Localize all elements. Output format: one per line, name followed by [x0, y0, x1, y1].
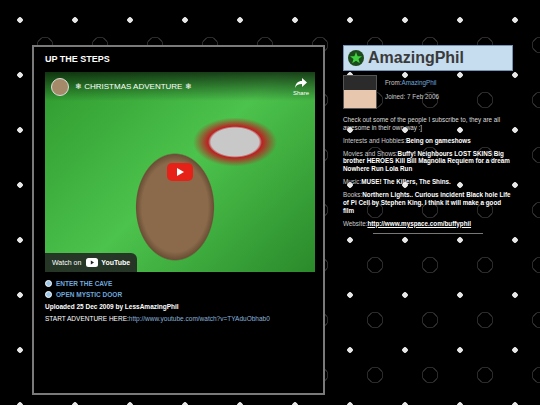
start-adventure: START ADVENTURE HERE:http://www.youtube.…: [45, 315, 312, 322]
profile-field-value: MUSE! The Killers, The Shins.: [361, 178, 451, 185]
profile-field-value: Northern Lights.. Curious incident Black…: [343, 191, 511, 214]
from-line: From:AmazingPhil: [385, 79, 439, 87]
video-box-title: UP THE STEPS: [45, 54, 312, 64]
bullet-icon: [45, 280, 52, 287]
youtube-label: YouTube: [101, 259, 130, 266]
adventure-link-text[interactable]: OPEN MYSTIC DOOR: [56, 291, 122, 298]
play-icon: [167, 163, 193, 181]
share-label: Share: [293, 90, 309, 96]
play-button[interactable]: [167, 163, 193, 185]
adventure-link-text[interactable]: ENTER THE CAVE: [56, 280, 112, 287]
video-player[interactable]: ❄ CHRISTMAS ADVENTURE ❄ Share Watch on YouT…: [45, 72, 315, 272]
profile-summary: From:AmazingPhil Joined: 7 Feb 2006: [343, 75, 513, 109]
divider: [373, 233, 483, 234]
profile-field-value: Being on gameshows: [406, 137, 471, 144]
bullet-icon: [45, 291, 52, 298]
profile-panel: AmazingPhilFrom:AmazingPhilJoined: 7 Feb…: [343, 45, 513, 234]
profile-field: Interests and Hobbies:Being on gameshows: [343, 137, 513, 145]
profile-name: AmazingPhil: [368, 48, 464, 68]
adventure-links: ENTER THE CAVE OPEN MYSTIC DOOR: [45, 280, 312, 298]
video-box: UP THE STEPS ❄ CHRISTMAS ADVENTURE ❄ Share…: [32, 45, 325, 395]
watch-on-youtube-button[interactable]: Watch on YouTube: [45, 253, 137, 272]
adventure-link[interactable]: OPEN MYSTIC DOOR: [45, 291, 312, 298]
video-title[interactable]: ❄ CHRISTMAS ADVENTURE ❄: [75, 82, 287, 91]
star-icon: [348, 50, 364, 66]
profile-field: Website:http://www.myspace.com/buffyphil: [343, 220, 513, 228]
channel-avatar[interactable]: [51, 78, 69, 96]
joined-date: Joined: 7 Feb 2006: [385, 93, 439, 101]
profile-field-value[interactable]: http://www.myspace.com/buffyphil: [367, 220, 471, 227]
youtube-logo-icon: [86, 258, 98, 267]
watch-on-label: Watch on: [52, 259, 81, 266]
upload-info: Uploaded 25 Dec 2009 by LessAmazingPhil: [45, 303, 312, 310]
profile-avatar[interactable]: [343, 75, 377, 109]
share-arrow-icon: [294, 77, 308, 89]
profile-field: Movies and Shows:Buffy! Neighbours LOST …: [343, 150, 513, 174]
share-button[interactable]: Share: [293, 77, 309, 96]
profile-bio: Check out some of the people I subscribe…: [343, 116, 513, 132]
player-top-bar: ❄ CHRISTMAS ADVENTURE ❄ Share: [45, 72, 315, 101]
from-link[interactable]: AmazingPhil: [401, 79, 436, 86]
channel-page: UP THE STEPS ❄ CHRISTMAS ADVENTURE ❄ Share…: [0, 0, 540, 405]
profile-banner: AmazingPhil: [343, 45, 513, 71]
adventure-link[interactable]: ENTER THE CAVE: [45, 280, 312, 287]
profile-field: Music:MUSE! The Killers, The Shins.: [343, 178, 513, 186]
start-label: START ADVENTURE HERE:: [45, 315, 129, 322]
profile-field: Books:Northern Lights.. Curious incident…: [343, 191, 513, 215]
start-url[interactable]: http://www.youtube.com/watch?v=TYAduObha…: [129, 315, 270, 322]
